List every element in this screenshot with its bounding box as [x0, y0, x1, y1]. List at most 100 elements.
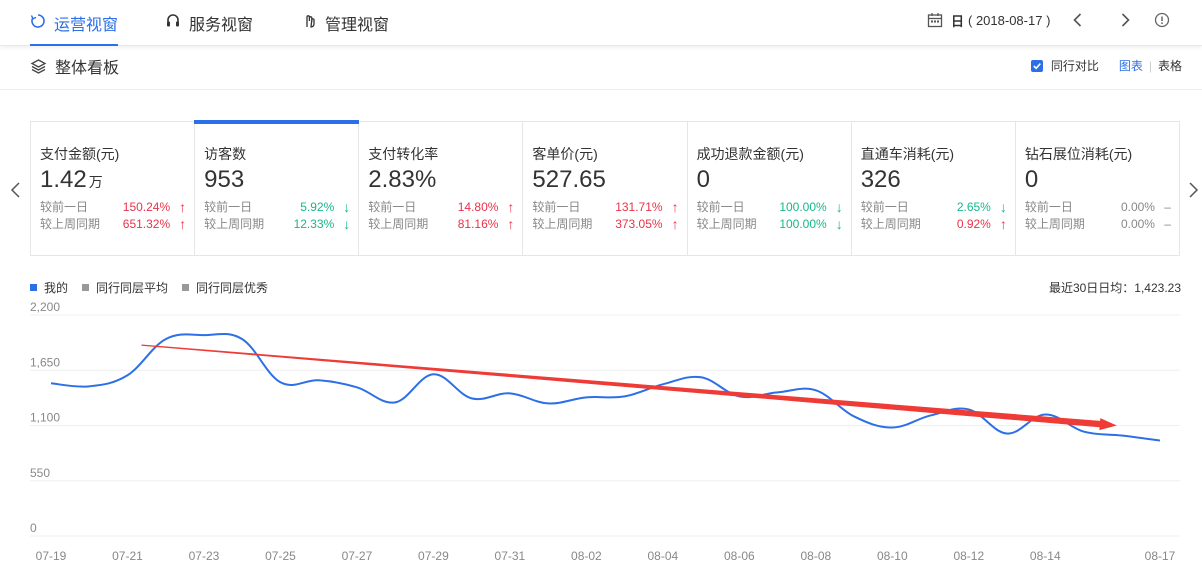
view-controls: 同行对比 图表 | 表格: [1030, 57, 1182, 74]
x-tick-label: 08-17: [1145, 549, 1176, 563]
calendar-icon: [927, 12, 943, 28]
metric-value: 953: [204, 166, 245, 193]
week-over-week: 较上周同期 100.00% ↓: [696, 216, 843, 232]
tab-label: 服务视窗: [189, 17, 254, 34]
tab-label: 管理视窗: [325, 17, 390, 34]
up-arrow-icon: ↑: [507, 199, 515, 215]
divider: |: [1148, 58, 1152, 73]
period-label: 日: [951, 13, 965, 29]
x-tick-label: 08-12: [953, 549, 984, 563]
metric-card[interactable]: 钻石展位消耗(元) 0 较前一日 0.00% – 较上周同期 0.00% –: [1016, 122, 1179, 255]
x-tick-label: 07-31: [495, 549, 526, 563]
day-over-day: 较前一日 5.92% ↓: [204, 199, 351, 215]
metric-label: 直通车消耗(元): [860, 146, 955, 162]
page-title-text: 整体看板: [55, 60, 120, 77]
prev-date-chevron-left-icon[interactable]: [1067, 9, 1089, 31]
hand-icon: [301, 13, 317, 34]
metric-label: 访客数: [204, 146, 247, 162]
metric-card[interactable]: 成功退款金额(元) 0 较前一日 100.00% ↓ 较上周同期 100.00% ↓: [688, 122, 852, 255]
headset-icon: [165, 13, 181, 34]
x-tick-label: 07-29: [418, 549, 449, 563]
metric-label: 成功退款金额(元): [696, 146, 804, 162]
metric-label: 支付金额(元): [40, 146, 120, 162]
x-tick-label: 07-21: [112, 549, 143, 563]
x-tick-label: 07-19: [36, 549, 67, 563]
y-tick-label: 550: [30, 466, 50, 480]
metric-card[interactable]: 支付转化率 2.83% 较前一日 14.80% ↑ 较上周同期 81.16% ↑: [359, 122, 524, 255]
top-nav: 运营视窗 服务视窗 管理视窗 日 ( 2018-08-17 ): [0, 0, 1202, 46]
series-line: [50, 332, 1161, 442]
legend-label: 同行同层优秀: [196, 281, 269, 295]
tab-operations-view[interactable]: 运营视窗: [30, 0, 119, 46]
legend-label: 我的: [44, 281, 69, 295]
x-tick-label: 08-02: [571, 549, 602, 563]
trend-arrow: [141, 344, 1117, 431]
tab-service-view[interactable]: 服务视窗: [165, 0, 253, 46]
chart-legend: 我的 同行同层平均 同行同层优秀: [30, 279, 268, 296]
chart-view-link[interactable]: 图表: [1119, 57, 1143, 74]
y-tick-label: 1,100: [30, 411, 60, 425]
date-label: ( 2018-08-17 ): [968, 12, 1051, 28]
page-title: 整体看板: [30, 54, 119, 78]
up-arrow-icon: ↑: [671, 199, 679, 215]
y-tick-label: 1,650: [30, 355, 60, 369]
cards-next-chevron-right-icon[interactable]: [1186, 181, 1200, 199]
next-date-chevron-right-icon[interactable]: [1114, 9, 1136, 31]
legend-item[interactable]: 同行同层平均: [82, 279, 168, 296]
week-over-week: 较上周同期 373.05% ↑: [532, 216, 679, 232]
up-arrow-icon: ↑: [671, 216, 679, 232]
legend-item[interactable]: 同行同层优秀: [182, 279, 268, 296]
trend-line-chart: 2,200 1,650 1,100 550 0 07-19 07-21 07-23 07-25 0…: [30, 300, 1180, 563]
compare-checkbox[interactable]: [1030, 59, 1043, 72]
day-over-day: 较前一日 0.00% –: [1024, 200, 1171, 214]
up-arrow-icon: ↑: [179, 199, 187, 215]
metric-value: 0: [1024, 166, 1039, 193]
cards-prev-chevron-left-icon[interactable]: [9, 181, 23, 199]
down-arrow-icon: ↓: [835, 216, 843, 232]
legend-swatch: [82, 284, 90, 291]
up-arrow-icon: ↑: [507, 216, 515, 232]
compare-label: 同行对比: [1050, 59, 1099, 73]
table-view-link[interactable]: 表格: [1158, 57, 1182, 74]
metric-value: 527.65: [532, 166, 606, 193]
date-picker[interactable]: 日 ( 2018-08-17 ): [927, 0, 1050, 40]
day-over-day: 较前一日 2.65% ↓: [860, 199, 1007, 215]
x-tick-label: 08-14: [1030, 549, 1061, 563]
down-arrow-icon: ↓: [343, 199, 351, 215]
x-tick-label: 07-27: [342, 549, 373, 563]
metric-card[interactable]: 客单价(元) 527.65 较前一日 131.71% ↑ 较上周同期 373.05% ↑: [523, 122, 688, 255]
week-over-week: 较上周同期 0.92% ↑: [860, 216, 1007, 232]
metric-value: 2.83%: [368, 166, 437, 193]
down-arrow-icon: ↓: [343, 216, 351, 232]
legend-swatch: [182, 284, 190, 291]
day-over-day: 较前一日 150.24% ↑: [40, 199, 187, 215]
legend-swatch: [30, 284, 37, 291]
info-icon[interactable]: [1151, 9, 1173, 31]
x-tick-label: 07-23: [189, 549, 220, 563]
week-over-week: 较上周同期 651.32% ↑: [40, 216, 187, 232]
tab-management-view[interactable]: 管理视窗: [301, 0, 389, 46]
x-tick-label: 08-04: [648, 549, 679, 563]
down-arrow-icon: ↓: [835, 199, 843, 215]
week-over-week: 较上周同期 81.16% ↑: [368, 216, 515, 232]
metric-cards: 支付金额(元) 1.42 万较前一日 150.24% ↑ 较上周同期 651.32% ↑ 访客数…: [30, 120, 1180, 256]
legend-item[interactable]: 我的: [30, 279, 68, 296]
metric-label: 钻石展位消耗(元): [1024, 146, 1133, 162]
x-tick-label: 08-10: [877, 549, 908, 563]
x-tick-label: 07-25: [265, 549, 296, 563]
metric-card[interactable]: 支付金额(元) 1.42 万较前一日 150.24% ↑ 较上周同期 651.32% ↑: [31, 122, 196, 255]
x-tick-label: 08-06: [724, 549, 755, 563]
legend-label: 同行同层平均: [96, 281, 169, 295]
metric-card[interactable]: 直通车消耗(元) 326 较前一日 2.65% ↓ 较上周同期 0.92% ↑: [852, 122, 1016, 255]
y-tick-label: 0: [30, 521, 37, 535]
week-over-week: 较上周同期 0.00% –: [1024, 217, 1171, 231]
metric-value: 0: [696, 166, 710, 193]
metric-label: 支付转化率: [368, 146, 439, 162]
refresh-circle-icon: [30, 13, 46, 34]
flat-arrow-icon: –: [1164, 200, 1171, 214]
metric-label: 客单价(元): [532, 146, 598, 162]
metric-card[interactable]: 访客数 953 较前一日 5.92% ↓ 较上周同期 12.33% ↓: [194, 120, 360, 255]
thirty-day-average: 最近30日日均：1,423.23: [1048, 281, 1181, 295]
flat-arrow-icon: –: [1164, 217, 1171, 231]
up-arrow-icon: ↑: [179, 216, 187, 232]
